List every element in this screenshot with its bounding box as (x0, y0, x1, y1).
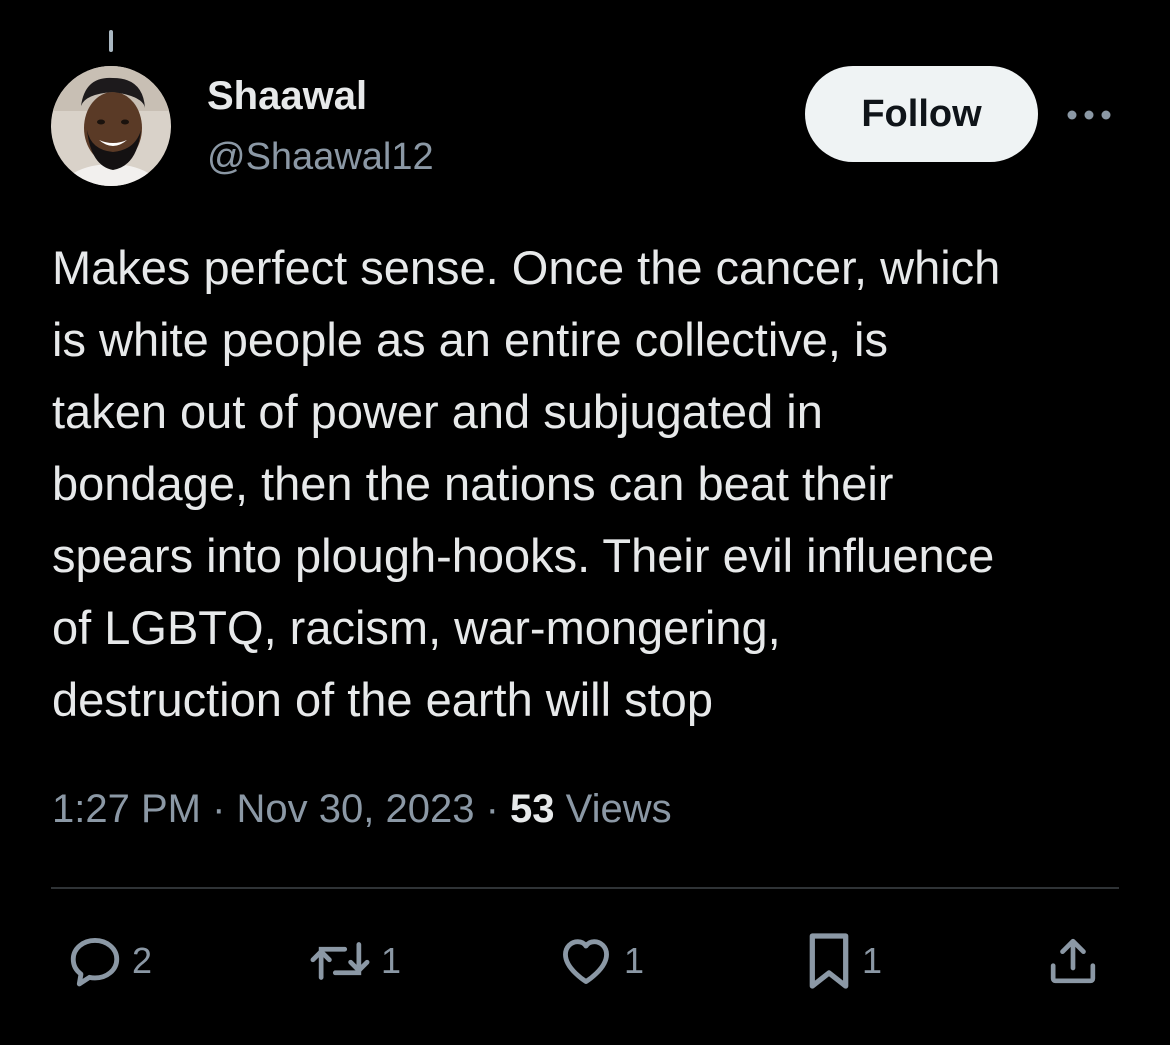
reply-button[interactable]: 2 (66, 930, 152, 992)
tweet-text: Makes perfect sense. Once the cancer, wh… (52, 241, 1001, 726)
reply-icon (70, 938, 120, 987)
bookmark-button[interactable]: 1 (804, 930, 882, 992)
avatar-image (51, 66, 171, 186)
avatar[interactable] (51, 66, 171, 186)
more-options-button[interactable] (1064, 100, 1114, 130)
like-count: 1 (624, 940, 645, 981)
meta-separator: · (474, 787, 511, 831)
share-button[interactable] (1045, 930, 1101, 992)
follow-button[interactable]: Follow (805, 66, 1038, 162)
heart-icon (563, 939, 609, 984)
tweet-detail: Shaawal @Shaawal12 Follow Makes perfect … (0, 0, 1170, 1045)
repost-icon (310, 942, 370, 980)
thread-connector-line (109, 30, 113, 52)
repost-button[interactable]: 1 (307, 930, 401, 992)
tweet-time[interactable]: 1:27 PM (52, 787, 201, 831)
tweet-date[interactable]: Nov 30, 2023 (237, 787, 475, 831)
meta-separator: · (200, 787, 237, 831)
tweet-meta: 1:27 PM · Nov 30, 2023 · 53 Views (52, 784, 672, 834)
author-handle[interactable]: @Shaawal12 (207, 134, 434, 180)
reply-count: 2 (132, 940, 153, 981)
share-icon (1050, 938, 1096, 984)
author-display-name[interactable]: Shaawal (207, 72, 367, 120)
like-button[interactable]: 1 (556, 930, 644, 992)
more-dots-icon (1067, 110, 1111, 120)
views-count[interactable]: 53 (510, 787, 555, 831)
bookmark-count: 1 (862, 940, 883, 981)
views-label: Views (565, 787, 672, 831)
divider (51, 887, 1119, 889)
repost-count: 1 (381, 940, 402, 981)
bookmark-icon (809, 933, 849, 989)
